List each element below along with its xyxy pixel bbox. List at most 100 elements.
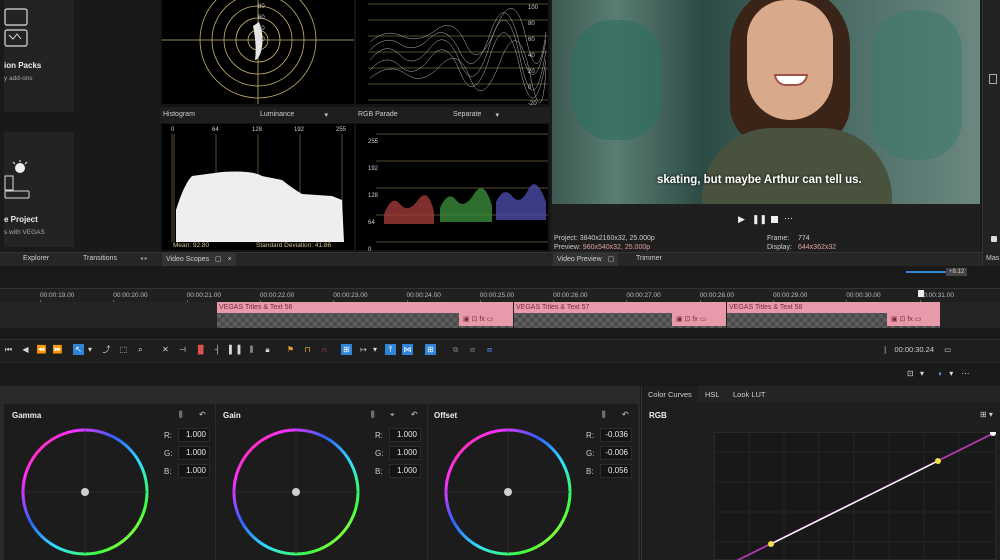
settings-icon[interactable]: ⋯ — [962, 369, 970, 378]
timeline-zoom-bar[interactable] — [906, 271, 946, 273]
reset-icon[interactable]: ↶ — [199, 410, 206, 419]
waveform-tick: 20 — [528, 69, 535, 75]
region-icon[interactable]: ⊓ — [302, 344, 313, 355]
select-tool-icon[interactable]: ↖ — [73, 344, 84, 355]
histogram-mode-dropdown[interactable]: Luminance ▾ — [260, 111, 328, 119]
more-icon[interactable]: ⋯ — [784, 213, 793, 224]
rgb-curve-graph[interactable] — [714, 432, 996, 560]
chevron-down-icon[interactable]: ▾ — [920, 369, 924, 378]
clip-fx-icons[interactable]: ▣ ⊡ fx ▭ — [459, 313, 513, 326]
gamma-r-field[interactable]: 1.000 — [178, 428, 210, 442]
gain-b-field[interactable]: 1.000 — [389, 464, 421, 478]
tab-video-scopes[interactable]: Video Scopes ▢ × — [162, 253, 236, 266]
tab-look-lut[interactable]: Look LUT — [733, 390, 766, 399]
rgb-mode-value: Separate — [453, 111, 482, 118]
snapping-icon[interactable]: ⤒ — [385, 344, 396, 355]
rgb-mode-dropdown[interactable]: Separate ▾ — [453, 111, 499, 119]
ruler-timecode: 00:00:27.00 — [626, 292, 661, 299]
trim-end-icon[interactable]: ▐▌ — [195, 344, 206, 355]
delete-icon[interactable]: ✕ — [160, 344, 171, 355]
sliders-icon[interactable]: ⫼ — [179, 410, 183, 420]
sliders-icon[interactable]: ⫼ — [602, 410, 606, 420]
rewind-icon[interactable]: ⏪ — [36, 344, 47, 355]
preview-frame[interactable]: skating, but maybe Arthur can tell us. — [552, 0, 980, 204]
ruler-timecode: 00:00:19.00 — [40, 292, 75, 299]
gain-color-wheel[interactable] — [230, 426, 362, 558]
grid-view-icon[interactable]: ⊞ — [425, 344, 436, 355]
chevron-down-icon[interactable]: ▾ — [949, 369, 953, 378]
card1-title: ion Packs — [4, 61, 42, 70]
clip-titles-57[interactable]: VEGAS Titles & Text 57 ▣ ⊡ fx ▭ — [514, 302, 726, 328]
pause-icon[interactable]: ❚❚ — [752, 214, 767, 225]
reset-icon[interactable]: ↶ — [622, 410, 629, 419]
split-right-icon[interactable]: ▌▐ — [229, 344, 240, 355]
forward-icon[interactable]: ⏩ — [52, 344, 63, 355]
project-card[interactable]: e Project s with VEGAS — [4, 132, 74, 247]
clip-fx-icons[interactable]: ▣ ⊡ fx ▭ — [887, 313, 940, 326]
snap-icon[interactable]: ∩ — [319, 344, 330, 355]
float-icon[interactable]: ▢ — [608, 256, 615, 263]
group-icon[interactable]: ⧉ — [450, 344, 461, 355]
frame-info: Frame: 774 Display: 644x362x32 — [767, 234, 836, 252]
tab-trimmer[interactable]: Trimmer — [636, 255, 662, 262]
envelope-tool-icon[interactable]: ⤴ — [101, 344, 112, 355]
stop-icon[interactable] — [771, 216, 778, 223]
ripple-mode-icon[interactable]: ↦ — [358, 344, 369, 355]
chevron-down-icon[interactable]: ▾ — [86, 344, 94, 355]
offset-g-field[interactable]: -0.006 — [600, 446, 632, 460]
clip-titles-56[interactable]: VEGAS Titles & Text 56 ▣ ⊡ fx ▭ — [217, 302, 513, 328]
offset-r-field[interactable]: -0.036 — [600, 428, 632, 442]
auto-ripple-icon[interactable]: ⊞ — [341, 344, 352, 355]
fx-icon: fx — [479, 316, 485, 323]
tab-color-curves[interactable]: Color Curves — [642, 386, 698, 402]
tab-explorer[interactable]: Explorer — [23, 255, 49, 262]
chevron-down-icon[interactable]: ▾ — [371, 344, 379, 355]
split-icon[interactable]: ┤ — [212, 344, 223, 355]
crosshair-icon[interactable]: ⌖ — [390, 410, 395, 420]
ruler-timecode: 00:00:21.00 — [186, 292, 221, 299]
lock-clip-icon[interactable]: ⧈ — [484, 344, 495, 355]
offset-b-field[interactable]: 0.056 — [600, 464, 632, 478]
float-icon[interactable]: ▢ — [215, 256, 222, 263]
fx-icon: fx — [907, 316, 913, 323]
offset-color-wheel[interactable] — [442, 426, 574, 558]
tab-scroll-arrows[interactable]: ◂ ▸ — [140, 255, 148, 262]
tab-hsl[interactable]: HSL — [705, 390, 720, 399]
prev-frame-icon[interactable]: ◀ — [20, 344, 31, 355]
gain-g-field[interactable]: 1.000 — [389, 446, 421, 460]
rgb-parade-label: RGB Parade — [358, 111, 398, 118]
cross-fade-icon[interactable]: ⋈ — [402, 344, 413, 355]
gain-r-field[interactable]: 1.000 — [389, 428, 421, 442]
close-icon[interactable]: × — [228, 256, 232, 263]
histogram-ticks: 0 64 128 192 255 — [162, 127, 354, 135]
ungroup-icon[interactable]: ⧈ — [467, 344, 478, 355]
zoom-icon[interactable]: ⌕ — [135, 344, 146, 355]
tab-transitions[interactable]: Transitions — [83, 255, 117, 262]
lock-icon[interactable]: 🔒︎ — [262, 344, 273, 355]
reset-icon[interactable]: ↶ — [411, 410, 418, 419]
clip-fx-icons[interactable]: ▣ ⊡ fx ▭ — [672, 313, 726, 326]
curves-tabbar: Color Curves HSL Look LUT — [642, 386, 1000, 402]
mixer-tab[interactable]: Mas — [986, 255, 999, 262]
ripple-icon[interactable]: ⫼ — [246, 344, 257, 355]
lock-icon[interactable] — [991, 236, 997, 242]
addon-card[interactable]: ion Packs y add-ons — [4, 0, 74, 112]
tab-video-preview[interactable]: Video Preview ▢ — [553, 253, 619, 266]
selection-rect-icon[interactable]: ⬚ — [118, 344, 129, 355]
gamma-g-field[interactable]: 1.000 — [178, 446, 210, 460]
trim-start-icon[interactable]: ⊣ — [177, 344, 188, 355]
curve-mode-icon[interactable]: ⊞ ▾ — [980, 410, 993, 419]
play-icon[interactable]: ▶ — [738, 214, 745, 225]
marker-icon[interactable]: ⚑ — [285, 344, 296, 355]
gamma-b-field[interactable]: 1.000 — [178, 464, 210, 478]
preview-value: 960x540x32, 25.000p — [582, 244, 651, 251]
sliders-icon[interactable]: ⫼ — [371, 410, 375, 420]
color-match-icon[interactable]: ◐ — [938, 369, 943, 378]
playhead-marker[interactable] — [918, 290, 924, 297]
gamma-color-wheel[interactable] — [19, 426, 151, 558]
clip-titles-58[interactable]: VEGAS Titles & Text 58 ▣ ⊡ fx ▭ — [727, 302, 940, 328]
go-start-icon[interactable]: ⏮ — [3, 344, 14, 355]
view-icon[interactable]: ⊡ — [907, 369, 914, 378]
cursor-position: ❘ 00:00:30.24 ▭ — [882, 345, 951, 354]
window-icon[interactable]: ▭ — [944, 345, 951, 354]
